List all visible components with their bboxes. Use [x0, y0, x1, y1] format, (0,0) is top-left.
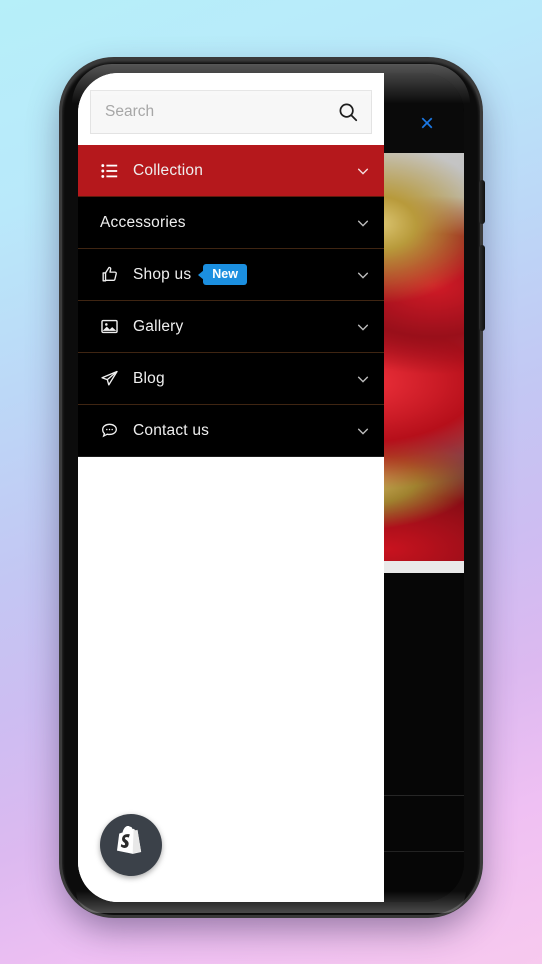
- close-icon[interactable]: ×: [414, 111, 440, 137]
- chevron-down-icon[interactable]: [356, 424, 370, 438]
- volume-button[interactable]: [479, 180, 485, 224]
- power-button[interactable]: [479, 245, 485, 331]
- status-badge-new: New: [203, 264, 247, 285]
- menu-item-label: Contact us: [133, 421, 210, 439]
- image-icon: [100, 317, 119, 336]
- menu-item-label: Shop us: [133, 265, 192, 283]
- navigation-drawer: Collection Accessories: [78, 73, 384, 902]
- search-input[interactable]: [105, 103, 337, 121]
- search-box[interactable]: [90, 90, 372, 134]
- paper-plane-icon: [100, 369, 119, 388]
- menu-list: Collection Accessories Shop us New Galle…: [78, 145, 384, 457]
- menu-item-label: Gallery: [133, 317, 184, 335]
- phone-screen: SLI 1/2 ‹ FOOT Search FOLL © 2019, d ×: [78, 73, 464, 902]
- menu-item-contact-us[interactable]: Contact us: [78, 405, 384, 457]
- shopify-logo-icon[interactable]: [100, 814, 162, 876]
- chevron-down-icon[interactable]: [356, 320, 370, 334]
- menu-item-gallery[interactable]: Gallery: [78, 301, 384, 353]
- menu-item-collection[interactable]: Collection: [78, 145, 384, 197]
- drawer-empty-area: [78, 457, 384, 902]
- chevron-down-icon[interactable]: [356, 268, 370, 282]
- chevron-down-icon[interactable]: [356, 164, 370, 178]
- menu-item-shop-us[interactable]: Shop us New: [78, 249, 384, 301]
- chevron-down-icon[interactable]: [356, 216, 370, 230]
- menu-item-blog[interactable]: Blog: [78, 353, 384, 405]
- list-icon: [100, 161, 119, 180]
- thumbs-up-icon: [100, 265, 119, 284]
- menu-item-label: Collection: [133, 161, 204, 179]
- menu-item-accessories[interactable]: Accessories: [78, 197, 384, 249]
- phone-mockup: SLI 1/2 ‹ FOOT Search FOLL © 2019, d ×: [62, 60, 485, 915]
- menu-item-label: Accessories: [100, 213, 186, 231]
- chevron-down-icon[interactable]: [356, 372, 370, 386]
- search-icon[interactable]: [337, 101, 359, 123]
- menu-item-label: Blog: [133, 369, 165, 387]
- speech-bubble-icon: [100, 421, 119, 440]
- search-section: [78, 73, 384, 145]
